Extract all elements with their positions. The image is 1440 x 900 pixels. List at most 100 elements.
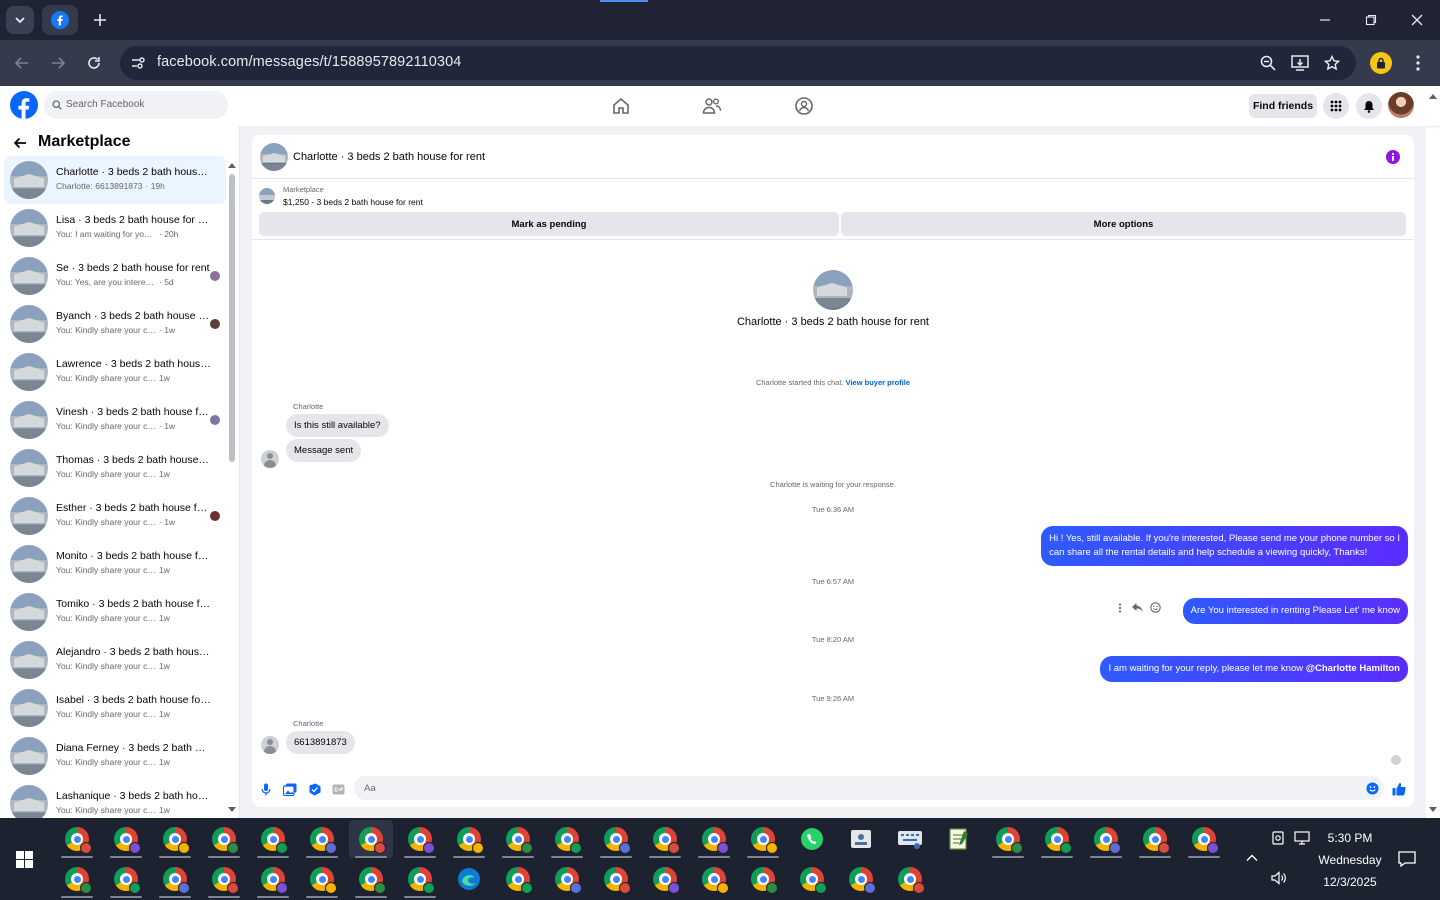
emoji-icon[interactable] [1366, 782, 1379, 795]
outgoing-message[interactable]: Are You interested in renting Please Let… [1182, 598, 1408, 624]
url-text[interactable]: facebook.com/messages/t/1588957892110304 [157, 54, 461, 70]
taskbar-chrome-window[interactable] [1035, 820, 1079, 858]
back-button[interactable] [8, 49, 36, 77]
network-icon[interactable] [1294, 830, 1312, 846]
taskbar-chrome-window[interactable] [692, 860, 736, 898]
notifications-button[interactable] [1356, 93, 1382, 119]
conversation-item[interactable]: Byanch · 3 beds 2 bath house for rent You… [4, 300, 226, 348]
on-screen-keyboard-button[interactable] [888, 820, 932, 858]
taskbar-chrome-window[interactable] [202, 820, 246, 858]
conversation-item[interactable]: Thomas · 3 beds 2 bath house for rent You… [4, 444, 226, 492]
gif-button[interactable] [330, 781, 346, 797]
taskbar-chrome-window[interactable] [153, 860, 197, 898]
edge-button[interactable] [447, 860, 491, 898]
taskbar-chrome-window[interactable] [986, 820, 1030, 858]
taskbar-chrome-window[interactable] [153, 820, 197, 858]
taskbar-chrome-window[interactable] [888, 860, 932, 898]
taskbar-chrome-window[interactable] [545, 860, 589, 898]
taskbar-chrome-window[interactable] [1133, 820, 1177, 858]
intro-avatar[interactable] [813, 270, 853, 310]
emoji-react-icon[interactable] [1150, 602, 1161, 613]
home-icon[interactable] [611, 96, 631, 116]
incoming-message[interactable]: Is this still available? [286, 414, 389, 437]
install-app-icon[interactable] [1290, 53, 1310, 73]
id-card-app-button[interactable] [839, 820, 883, 858]
back-arrow-icon[interactable] [12, 135, 28, 151]
whatsapp-button[interactable] [790, 820, 834, 858]
mention-tag[interactable]: @Charlotte Hamilton [1306, 663, 1400, 674]
view-buyer-profile-link[interactable]: View buyer profile [846, 378, 910, 387]
clock-day[interactable]: Wednesday [1316, 853, 1384, 867]
reply-icon[interactable] [1132, 603, 1143, 613]
taskbar-chrome-window[interactable] [349, 820, 393, 858]
sidebar-scrollbar-thumb[interactable] [229, 174, 235, 462]
volume-icon[interactable] [1270, 870, 1288, 886]
taskbar-chrome-window[interactable] [202, 860, 246, 898]
groups-icon[interactable] [794, 96, 814, 116]
zoom-icon[interactable] [1258, 53, 1278, 73]
conversation-item[interactable]: Lawrence · 3 beds 2 bath house for rent Y… [4, 348, 226, 396]
close-window-button[interactable] [1394, 0, 1440, 40]
taskbar-chrome-window[interactable] [300, 820, 344, 858]
reload-button[interactable] [80, 49, 108, 77]
conversation-item[interactable]: Esther · 3 beds 2 bath house for rent You… [4, 492, 226, 540]
conversation-item[interactable]: Lisa · 3 beds 2 bath house for rent You: … [4, 204, 226, 252]
windows-start-icon[interactable] [16, 851, 33, 868]
conversation-item[interactable]: Tomiko · 3 beds 2 bath house for rent You… [4, 588, 226, 636]
message-input-placeholder[interactable]: Aa [364, 783, 376, 794]
conversation-item[interactable]: Monito · 3 beds 2 bath house for rent You… [4, 540, 226, 588]
page-scroll-up-arrow-icon[interactable] [1428, 92, 1438, 100]
taskbar-chrome-window[interactable] [496, 820, 540, 858]
tab-search-dropdown[interactable] [6, 6, 34, 34]
conversation-item[interactable]: Isabel · 3 beds 2 bath house for rent You… [4, 684, 226, 732]
taskbar-chrome-window[interactable] [104, 820, 148, 858]
message-input[interactable]: Aa [354, 776, 1384, 800]
search-placeholder[interactable]: Search Facebook [66, 99, 144, 110]
taskbar-chrome-window[interactable] [1182, 820, 1226, 858]
taskbar-chrome-window[interactable] [251, 860, 295, 898]
taskbar-chrome-window[interactable] [398, 820, 442, 858]
taskbar-chrome-window[interactable] [398, 860, 442, 898]
taskbar-chrome-window[interactable] [741, 820, 785, 858]
sender-avatar[interactable] [261, 450, 279, 468]
friends-icon[interactable] [702, 96, 722, 116]
find-friends-button[interactable]: Find friends [1249, 94, 1317, 118]
page-scroll-down-arrow-icon[interactable] [1428, 806, 1438, 814]
mark-as-pending-button[interactable]: Mark as pending [259, 212, 839, 236]
scroll-down-arrow-icon[interactable] [227, 806, 237, 814]
chevron-up-icon[interactable] [1245, 851, 1259, 865]
outgoing-message[interactable]: Hi ! Yes, still available. If you're int… [1041, 526, 1408, 566]
sticker-button[interactable] [306, 781, 322, 797]
task-manager-icon[interactable] [1270, 830, 1286, 846]
more-vertical-icon[interactable] [1118, 603, 1122, 613]
more-options-button[interactable]: More options [841, 212, 1406, 236]
voice-clip-button[interactable] [258, 781, 274, 797]
minimize-button[interactable] [1302, 0, 1348, 40]
browser-tab-facebook[interactable] [42, 5, 78, 35]
facebook-logo-icon[interactable] [10, 91, 38, 119]
conversation-item[interactable]: Alejandro · 3 beds 2 bath house for rent… [4, 636, 226, 684]
chat-title[interactable]: Charlotte · 3 beds 2 bath house for rent [293, 151, 485, 163]
attach-photo-button[interactable] [282, 781, 298, 797]
scroll-up-arrow-icon[interactable] [227, 161, 237, 169]
incoming-message[interactable]: 6613891873 [286, 731, 355, 754]
taskbar-chrome-window[interactable] [1084, 820, 1128, 858]
menu-button[interactable] [1323, 93, 1349, 119]
new-tab-button[interactable] [86, 6, 114, 34]
incoming-message[interactable]: Message sent [286, 439, 362, 462]
taskbar-chrome-window[interactable] [300, 860, 344, 898]
browser-profile-button[interactable] [1370, 52, 1392, 74]
bookmark-star-icon[interactable] [1322, 53, 1342, 73]
chat-avatar[interactable] [260, 143, 288, 171]
clock-time[interactable]: 5:30 PM [1322, 831, 1378, 845]
taskbar-chrome-window[interactable] [55, 860, 99, 898]
taskbar-chrome-window[interactable] [251, 820, 295, 858]
taskbar-chrome-window[interactable] [545, 820, 589, 858]
outgoing-message[interactable]: I am waiting for your reply, please let … [1100, 656, 1408, 682]
taskbar-chrome-window[interactable] [790, 860, 834, 898]
taskbar-chrome-window[interactable] [839, 860, 883, 898]
taskbar-chrome-window[interactable] [104, 860, 148, 898]
site-info-icon[interactable] [128, 53, 148, 73]
taskbar-chrome-window[interactable] [349, 860, 393, 898]
info-icon[interactable] [1386, 150, 1400, 164]
